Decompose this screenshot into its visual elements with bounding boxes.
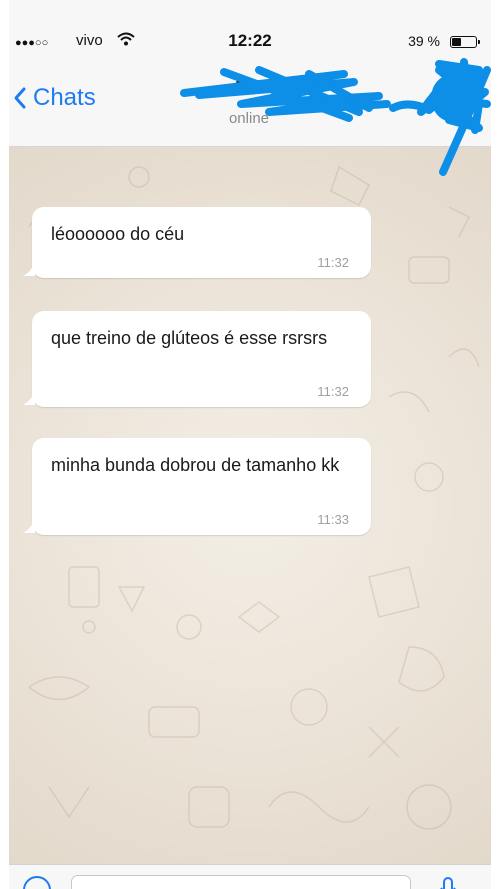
message-time: 11:33 [317,512,349,527]
back-label: Chats [33,84,96,111]
microphone-icon[interactable] [440,877,456,889]
attach-icon[interactable] [23,876,51,889]
chat-area[interactable]: léoooooo do céu 11:32 que treino de glút… [9,147,491,864]
message-time: 11:32 [317,255,349,270]
battery-percentage: 39 % [408,33,440,49]
message-bubble[interactable]: minha bunda dobrou de tamanho kk 11:33 [23,438,371,535]
bubble-tail-icon [23,519,35,533]
phone-screen: ●●●○○ vivo 12:22 39 % Chats Ana online l… [9,0,491,889]
status-bar: ●●●○○ vivo 12:22 39 % [9,28,491,56]
navigation-header: ●●●○○ vivo 12:22 39 % Chats Ana online [9,0,491,147]
message-bubble[interactable]: léoooooo do céu 11:32 [23,207,371,278]
bubble-tail-icon [23,391,35,405]
message-text: que treino de glúteos é esse rsrsrs [51,328,328,348]
contact-name[interactable]: Ana [159,77,339,98]
message-time: 11:32 [317,384,349,399]
chevron-left-icon [14,87,26,109]
bubble-tail-icon [23,262,35,276]
message-input[interactable] [71,875,411,889]
contact-status: online [228,110,270,127]
message-input-bar [9,864,491,889]
message-bubble[interactable]: que treino de glúteos é esse rsrsrs 11:3… [23,311,371,407]
battery-icon [450,36,480,48]
message-text: minha bunda dobrou de tamanho kk [51,455,340,475]
back-to-chats-button[interactable]: Chats [13,80,96,116]
message-text: léoooooo do céu [51,224,185,244]
battery-level [452,38,461,46]
